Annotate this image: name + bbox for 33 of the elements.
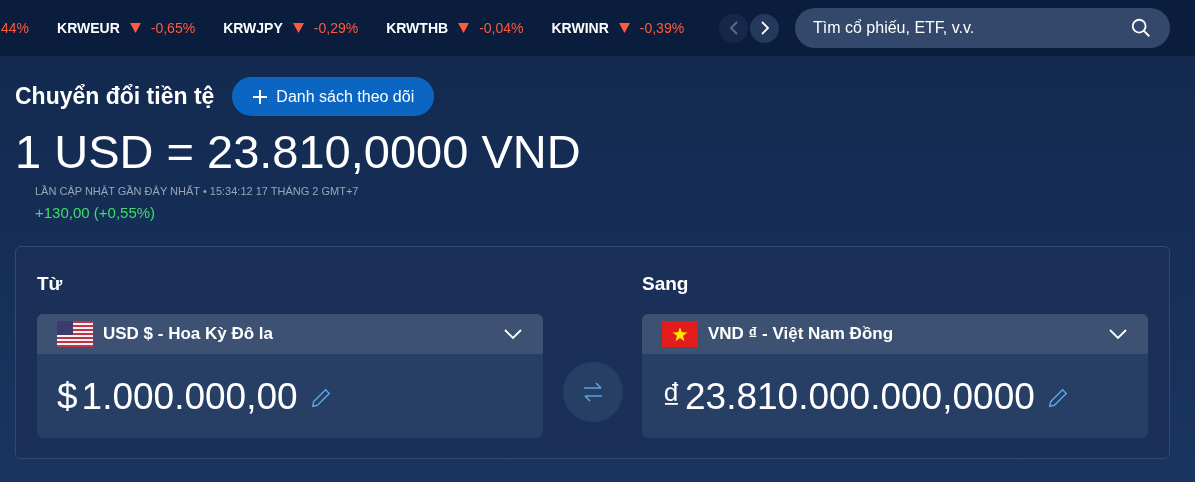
field-label: Từ (37, 271, 64, 296)
ticker-symbol[interactable]: KRWJPY (223, 17, 283, 39)
pencil-icon[interactable] (1046, 387, 1069, 409)
watchlist-button[interactable]: Danh sách theo dõi (232, 77, 435, 116)
exchange-rate: 1 USD = 23.810,0000 VND (15, 128, 582, 175)
pencil-icon[interactable] (309, 387, 332, 409)
ticker-change: -0,65% (150, 18, 196, 38)
ticker-change: -0,29% (313, 18, 359, 38)
flag-icon (662, 321, 698, 347)
update-time: LẦN CẬP NHẬT GẦN ĐÂY NHẤT • 15:34:12 17 THÁNG 2 GMT+7 (35, 184, 359, 199)
ticker-change: -0,04% (479, 18, 524, 38)
plus-icon (252, 88, 269, 105)
ticker-symbol[interactable]: KRWTHB (386, 17, 449, 39)
currency-dropdown[interactable]: VND ₫ - Việt Nam Đồng (642, 314, 1148, 354)
search-field[interactable]: Tìm cổ phiếu, ETF, v.v. (813, 16, 1130, 40)
chevron-down-icon (1108, 328, 1128, 340)
ticker-change: 44% (1, 18, 30, 38)
currency-dropdown[interactable]: USD $ - Hoa Kỳ Đô la (37, 314, 543, 354)
page-title: Chuyển đổi tiền tệ (15, 82, 215, 112)
flag-icon (57, 321, 93, 347)
search-bar[interactable]: Tìm cổ phiếu, ETF, v.v. (795, 8, 1170, 48)
amount-field[interactable]: $1.000.000,00 (57, 377, 298, 415)
field-label: Sang (642, 271, 690, 296)
chevron-down-icon (503, 328, 523, 340)
ticker-symbol[interactable]: KRWINR (551, 17, 609, 39)
search-icon[interactable] (1130, 17, 1152, 39)
chevron-right-icon (759, 21, 770, 35)
next-button[interactable] (750, 13, 779, 43)
ticker-symbol[interactable]: KRWEUR (57, 17, 120, 39)
chevron-left-icon (728, 21, 739, 35)
amount-field[interactable]: ₫23.810.000.000,0000 (662, 377, 1035, 415)
ticker-change: -0,39% (639, 18, 685, 38)
rate-change: +130,00 (+0,55%) (35, 202, 156, 223)
